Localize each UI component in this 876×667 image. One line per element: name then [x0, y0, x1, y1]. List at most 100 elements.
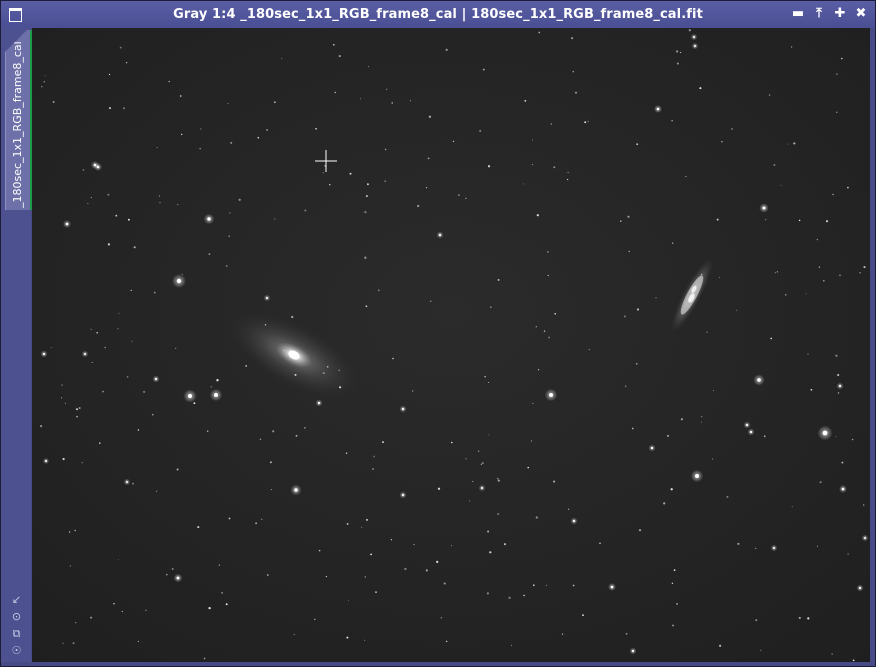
faint-star	[364, 210, 367, 214]
faint-star	[452, 140, 455, 143]
faint-star	[469, 500, 471, 502]
faint-star	[102, 390, 104, 393]
bright-star	[176, 278, 182, 284]
bright-star	[693, 36, 695, 38]
maximize-icon[interactable]: ✚	[833, 7, 847, 21]
faint-star	[391, 102, 394, 104]
faint-star	[543, 330, 546, 332]
faint-star	[627, 215, 630, 218]
faint-star	[117, 328, 119, 330]
faint-star	[155, 490, 158, 493]
faint-star	[257, 136, 260, 139]
faint-star	[304, 427, 306, 429]
bright-star	[838, 384, 842, 388]
clone-icon[interactable]: ⧉	[10, 627, 23, 640]
faint-star	[547, 274, 549, 277]
faint-star	[137, 429, 140, 431]
shade-icon[interactable]: ⤒	[812, 7, 826, 21]
faint-star	[281, 57, 283, 59]
faint-star	[451, 441, 453, 444]
bright-star	[176, 576, 180, 580]
faint-star	[680, 418, 683, 421]
faint-star	[731, 128, 733, 130]
faint-star	[508, 596, 511, 599]
faint-star	[458, 194, 460, 196]
view-tab[interactable]: _180sec_1x1_RGB_frame8_cal	[5, 30, 32, 210]
zoom-icon[interactable]: ⊙	[10, 610, 23, 623]
fit-view-icon[interactable]: ↙	[10, 593, 23, 606]
faint-star	[245, 364, 248, 367]
faint-star	[832, 193, 834, 196]
faint-star	[199, 148, 201, 150]
faint-star	[324, 165, 326, 167]
faint-star	[127, 218, 130, 221]
bright-star	[549, 393, 553, 397]
faint-star	[364, 576, 367, 578]
faint-star	[484, 375, 486, 378]
faint-star	[436, 560, 439, 564]
faint-star	[346, 636, 349, 639]
faint-star	[736, 309, 738, 311]
star-field-image	[32, 28, 870, 662]
faint-star	[370, 553, 373, 556]
faint-star	[159, 202, 161, 204]
bright-star	[438, 233, 442, 237]
faint-star	[372, 468, 374, 470]
faint-star	[365, 195, 368, 198]
faint-star	[798, 219, 801, 222]
faint-star	[486, 592, 489, 595]
faint-star	[535, 325, 538, 328]
faint-star	[384, 148, 387, 151]
faint-star	[793, 142, 796, 145]
faint-star	[807, 617, 810, 620]
faint-star	[121, 611, 123, 613]
bright-star	[126, 481, 128, 483]
faint-star	[670, 488, 673, 491]
faint-star	[218, 564, 220, 566]
faint-star	[338, 55, 341, 58]
faint-star	[719, 644, 722, 647]
faint-star	[392, 357, 394, 360]
faint-star	[125, 61, 128, 64]
bright-star	[317, 401, 321, 405]
faint-star	[115, 214, 118, 217]
faint-star	[524, 99, 527, 102]
faint-star	[663, 502, 666, 505]
faint-star	[770, 337, 773, 340]
minimize-icon[interactable]: ▬	[791, 7, 805, 21]
faint-star	[409, 100, 411, 102]
image-viewport[interactable]	[32, 28, 870, 662]
view-sidebar: _180sec_1x1_RGB_frame8_cal ↙ ⊙ ⧉ ☉	[1, 28, 32, 662]
faint-star	[553, 480, 556, 483]
window-title: Gray 1:4 _180sec_1x1_RGB_frame8_cal | 18…	[173, 7, 703, 22]
faint-star	[365, 518, 369, 521]
faint-star	[638, 529, 642, 532]
faint-star	[339, 386, 342, 389]
faint-star	[255, 522, 258, 525]
bright-star	[695, 474, 699, 478]
faint-star	[445, 48, 448, 51]
bright-star	[694, 45, 696, 47]
faint-star	[443, 582, 446, 585]
faint-star	[764, 218, 767, 221]
faint-star	[225, 265, 228, 267]
faint-star	[119, 46, 122, 49]
faint-star	[817, 545, 818, 547]
close-icon[interactable]: ✖	[854, 7, 868, 21]
faint-star	[774, 272, 776, 274]
faint-star	[465, 458, 467, 460]
faint-star	[489, 551, 492, 554]
faint-star	[229, 212, 231, 214]
faint-star	[522, 183, 524, 185]
title-bar[interactable]: Gray 1:4 _180sec_1x1_RGB_frame8_cal | 18…	[1, 1, 875, 28]
faint-star	[181, 133, 183, 136]
faint-star	[230, 141, 233, 144]
faint-star	[667, 435, 669, 437]
settings-icon[interactable]: ☉	[10, 644, 23, 657]
faint-star	[628, 250, 630, 253]
bright-star	[84, 353, 86, 355]
faint-star	[755, 547, 757, 550]
bright-star	[266, 297, 268, 299]
faint-star	[496, 477, 499, 480]
faint-star	[359, 98, 361, 100]
